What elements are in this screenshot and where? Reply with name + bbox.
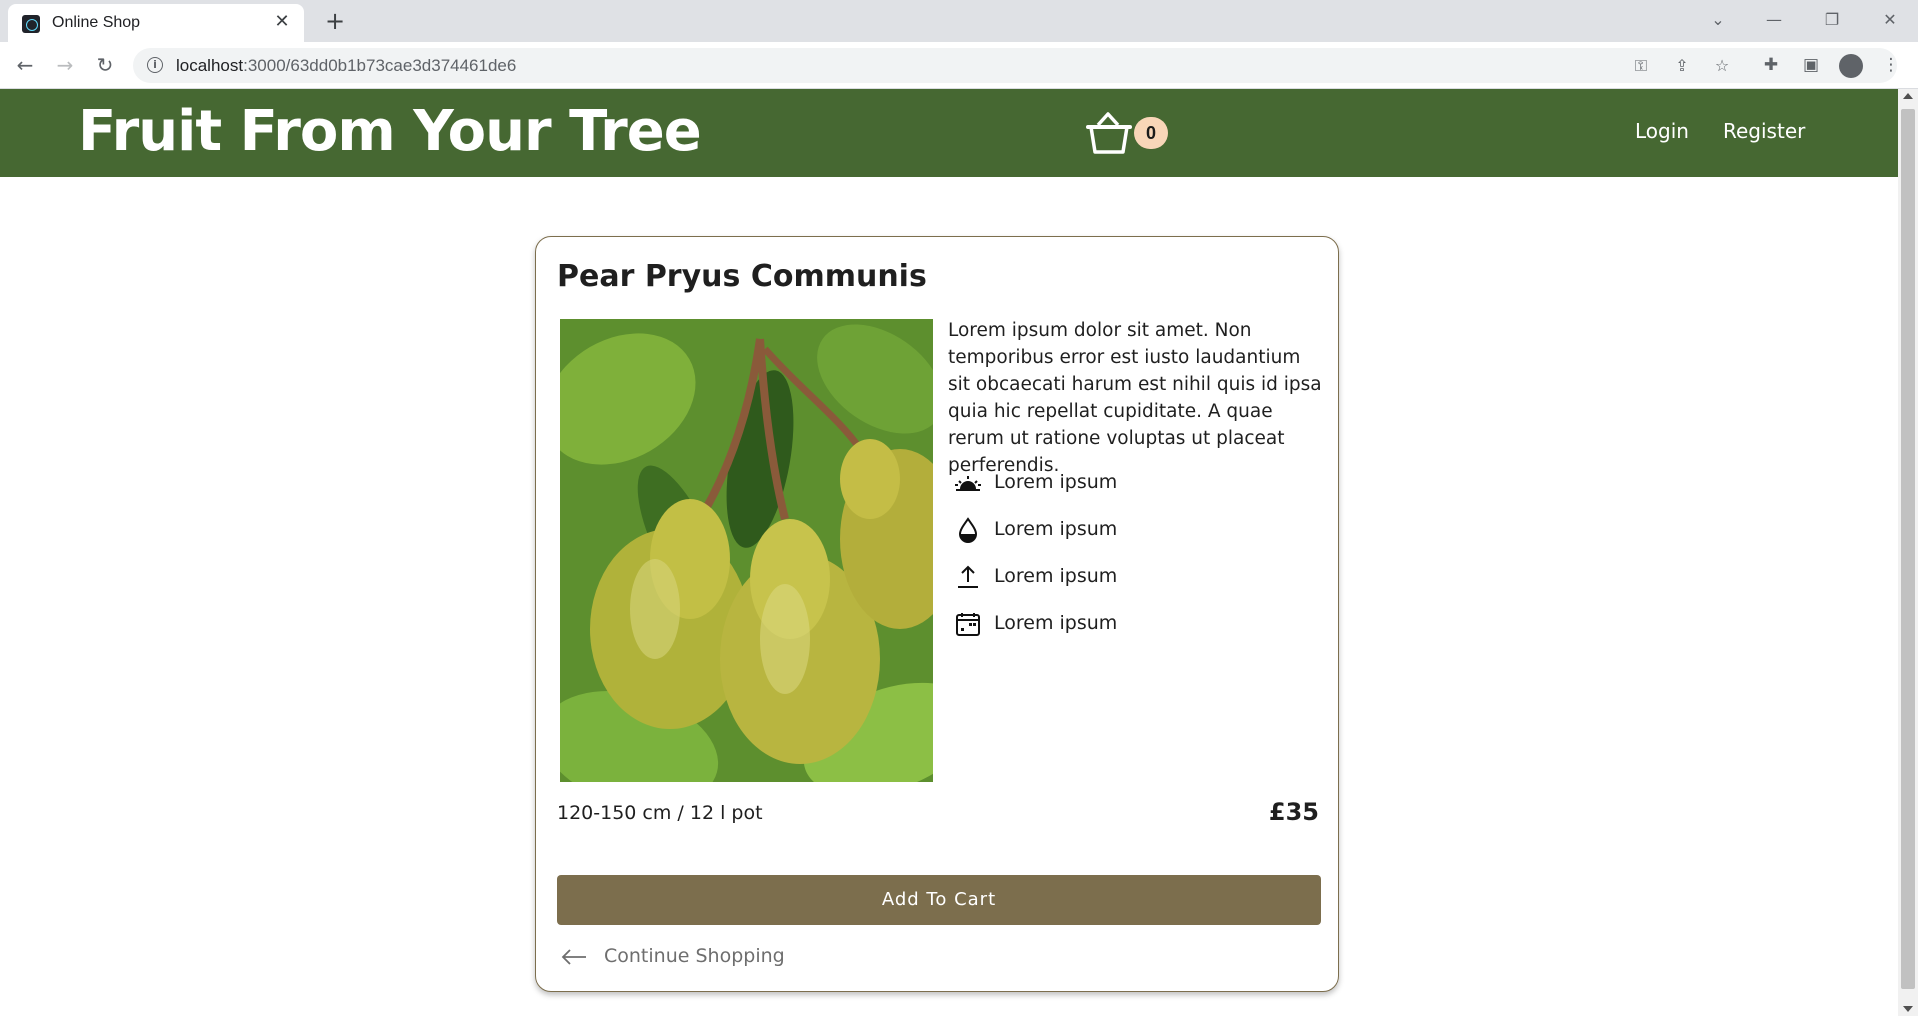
browser-tab-strip: Online Shop ✕ + ⌄ — ❐ ✕ bbox=[0, 0, 1918, 42]
address-bar[interactable]: i localhost:3000/63dd0b1b73cae3d374461de… bbox=[133, 48, 1897, 83]
share-icon[interactable]: ⇪ bbox=[1668, 52, 1696, 80]
sunrise-icon bbox=[955, 476, 981, 491]
arrow-left-icon[interactable] bbox=[560, 947, 588, 967]
close-window-button[interactable]: ✕ bbox=[1870, 6, 1910, 34]
site-header: Fruit From Your Tree 0 Login Register bbox=[0, 89, 1898, 177]
url-text[interactable]: localhost:3000/63dd0b1b73cae3d374461de6 bbox=[176, 56, 516, 76]
browser-toolbar: ← → ↻ i localhost:3000/63dd0b1b73cae3d37… bbox=[0, 42, 1918, 89]
extensions-icon[interactable]: ✚ bbox=[1757, 51, 1785, 79]
cart-count-badge[interactable]: 0 bbox=[1134, 117, 1168, 149]
restore-window-button[interactable]: ❐ bbox=[1812, 6, 1852, 34]
product-image bbox=[560, 319, 933, 782]
menu-kebab-icon[interactable]: ⋮ bbox=[1877, 51, 1905, 79]
tab-search-icon[interactable]: ⌄ bbox=[1698, 6, 1738, 34]
add-to-cart-button[interactable]: Add To Cart bbox=[557, 875, 1321, 925]
feature-label: Lorem ipsum bbox=[994, 612, 1118, 634]
feature-label: Lorem ipsum bbox=[994, 518, 1118, 540]
scroll-thumb[interactable] bbox=[1901, 109, 1915, 989]
register-link[interactable]: Register bbox=[1723, 119, 1805, 143]
browser-tab[interactable]: Online Shop ✕ bbox=[8, 4, 304, 42]
page-scrollbar[interactable] bbox=[1898, 89, 1918, 1016]
key-icon[interactable]: ⚿ bbox=[1627, 52, 1655, 80]
site-info-icon[interactable]: i bbox=[147, 57, 163, 73]
shopping-basket-icon[interactable] bbox=[1084, 111, 1134, 155]
feature-label: Lorem ipsum bbox=[994, 565, 1118, 587]
tab-title: Online Shop bbox=[52, 14, 141, 31]
page-viewport: Fruit From Your Tree 0 Login Register Pe… bbox=[0, 89, 1898, 1016]
calendar-icon bbox=[956, 613, 980, 636]
close-tab-icon[interactable]: ✕ bbox=[272, 12, 292, 32]
product-description: Lorem ipsum dolor sit amet. Non temporib… bbox=[948, 320, 1322, 476]
react-favicon-icon bbox=[22, 15, 40, 33]
product-size: 120-150 cm / 12 l pot bbox=[557, 802, 763, 824]
feature-label: Lorem ipsum bbox=[994, 471, 1118, 493]
product-price: £35 bbox=[1268, 798, 1319, 826]
bookmark-star-icon[interactable]: ☆ bbox=[1708, 52, 1736, 80]
brand-logo-text[interactable]: Fruit From Your Tree bbox=[78, 99, 702, 164]
product-title: Pear Pryus Communis bbox=[557, 259, 927, 294]
back-arrow-icon[interactable]: ← bbox=[11, 51, 39, 79]
minimize-window-button[interactable]: — bbox=[1754, 6, 1794, 34]
scroll-up-icon[interactable] bbox=[1903, 93, 1913, 99]
new-tab-button[interactable]: + bbox=[322, 8, 348, 34]
scroll-down-icon[interactable] bbox=[1903, 1006, 1913, 1012]
product-card: Pear Pryus Communis Lorem ipsum dolor si… bbox=[535, 236, 1339, 992]
continue-shopping-label[interactable]: Continue Shopping bbox=[604, 945, 785, 967]
side-panel-icon[interactable]: ▣ bbox=[1797, 51, 1825, 79]
profile-avatar-icon[interactable] bbox=[1839, 54, 1863, 78]
login-link[interactable]: Login bbox=[1635, 119, 1689, 143]
forward-arrow-icon[interactable]: → bbox=[51, 51, 79, 79]
upload-arrow-icon bbox=[958, 565, 978, 588]
reload-icon[interactable]: ↻ bbox=[91, 51, 119, 79]
water-drop-icon bbox=[958, 517, 978, 543]
